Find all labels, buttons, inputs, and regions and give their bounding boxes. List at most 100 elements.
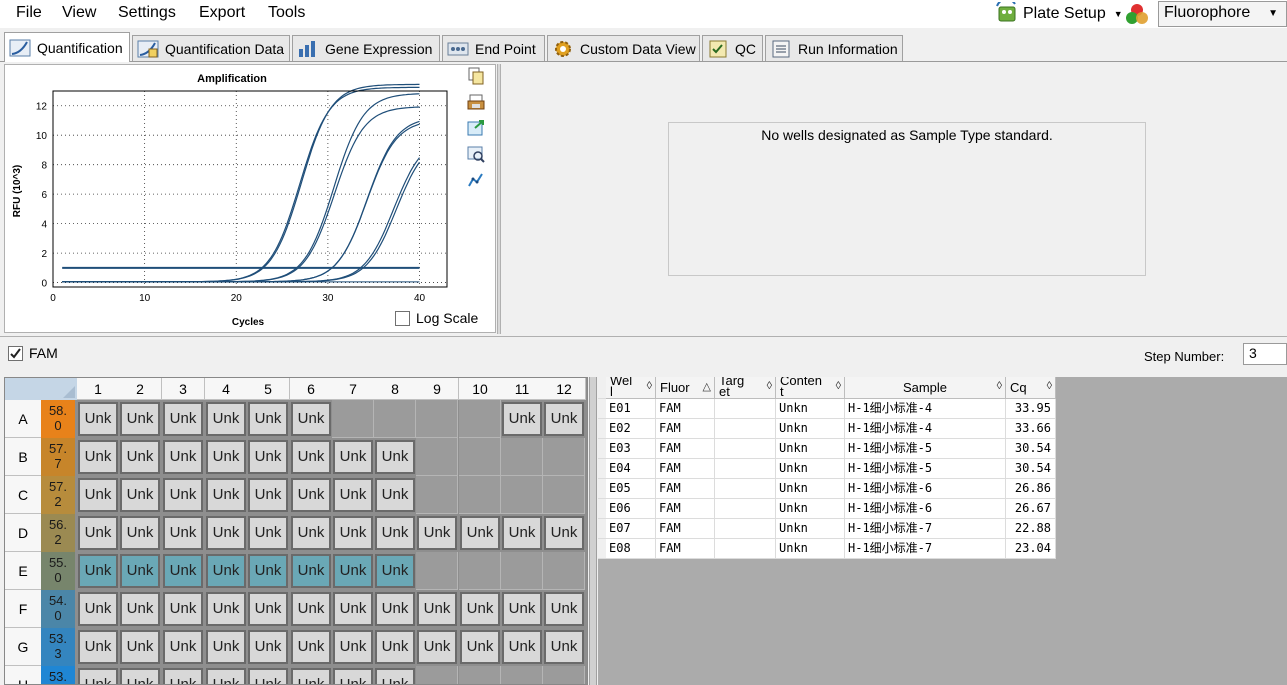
- plate-well-empty[interactable]: [459, 400, 501, 438]
- table-cell[interactable]: [715, 539, 776, 559]
- plate-well[interactable]: Unk: [163, 554, 203, 588]
- plate-corner[interactable]: [5, 378, 77, 400]
- plate-well[interactable]: Unk: [333, 554, 373, 588]
- table-cell[interactable]: E03: [606, 439, 656, 459]
- amplification-trace[interactable]: [62, 161, 420, 283]
- amplification-trace[interactable]: [62, 93, 420, 283]
- plate-well-empty[interactable]: [501, 552, 543, 590]
- table-cell[interactable]: FAM: [656, 439, 715, 459]
- plate-well-empty[interactable]: [501, 476, 543, 514]
- trace-style-icon[interactable]: [467, 171, 485, 189]
- step-number-input[interactable]: 3: [1243, 343, 1287, 365]
- table-cell[interactable]: [715, 419, 776, 439]
- table-cell[interactable]: 26.86: [1006, 479, 1056, 499]
- amplification-trace[interactable]: [62, 86, 420, 283]
- plate-well[interactable]: Unk: [206, 554, 246, 588]
- menu-tools[interactable]: Tools: [268, 4, 305, 22]
- table-cell[interactable]: Unkn: [776, 419, 845, 439]
- table-cell[interactable]: [715, 399, 776, 419]
- plate-well[interactable]: Unk: [163, 440, 203, 474]
- table-row-selector[interactable]: [598, 519, 606, 539]
- table-cell[interactable]: [715, 479, 776, 499]
- plate-column-header[interactable]: 5: [247, 378, 290, 400]
- plate-well[interactable]: Unk: [78, 440, 118, 474]
- table-cell[interactable]: [715, 499, 776, 519]
- menu-settings[interactable]: Settings: [118, 4, 176, 22]
- plate-well[interactable]: Unk: [460, 516, 500, 550]
- plate-well[interactable]: Unk: [291, 402, 331, 436]
- table-cell[interactable]: 33.66: [1006, 419, 1056, 439]
- table-cell[interactable]: [715, 439, 776, 459]
- plate-well[interactable]: Unk: [291, 668, 331, 684]
- plate-well-empty[interactable]: [459, 476, 501, 514]
- plate-well[interactable]: Unk: [206, 402, 246, 436]
- table-cell[interactable]: FAM: [656, 419, 715, 439]
- plate-well[interactable]: Unk: [544, 592, 584, 626]
- plate-row-header[interactable]: E: [5, 552, 41, 590]
- plate-column-header[interactable]: 3: [162, 378, 205, 400]
- table-cell[interactable]: [715, 519, 776, 539]
- tab-gene-expression[interactable]: Gene Expression: [292, 35, 440, 61]
- plate-well[interactable]: Unk: [375, 554, 415, 588]
- plate-well[interactable]: Unk: [120, 516, 160, 550]
- plate-well[interactable]: Unk: [460, 630, 500, 664]
- table-cell[interactable]: E07: [606, 519, 656, 539]
- menu-file[interactable]: File: [16, 4, 42, 22]
- plate-row-header[interactable]: B: [5, 438, 41, 476]
- plate-well[interactable]: Unk: [248, 554, 288, 588]
- tab-run-information[interactable]: Run Information: [765, 35, 903, 61]
- fluorophore-select[interactable]: Fluorophore ▼: [1158, 1, 1287, 27]
- plate-column-header[interactable]: 8: [374, 378, 417, 400]
- plate-well[interactable]: Unk: [206, 516, 246, 550]
- table-cell[interactable]: H-1细小标准-6: [845, 479, 1006, 499]
- table-cell[interactable]: H-1细小标准-7: [845, 519, 1006, 539]
- table-cell[interactable]: 30.54: [1006, 439, 1056, 459]
- plate-well[interactable]: Unk: [120, 440, 160, 474]
- plate-well[interactable]: Unk: [78, 478, 118, 512]
- plate-well[interactable]: Unk: [163, 478, 203, 512]
- table-cell[interactable]: Unkn: [776, 479, 845, 499]
- table-cell[interactable]: H-1细小标准-6: [845, 499, 1006, 519]
- table-column-header[interactable]: Sample ◊: [845, 377, 1006, 399]
- plate-well[interactable]: Unk: [291, 592, 331, 626]
- plate-well[interactable]: Unk: [291, 630, 331, 664]
- plate-well[interactable]: Unk: [375, 440, 415, 474]
- plate-well[interactable]: Unk: [120, 554, 160, 588]
- plate-row-header[interactable]: F: [5, 590, 41, 628]
- plate-well-empty[interactable]: [459, 438, 501, 476]
- amplification-trace[interactable]: [62, 120, 420, 283]
- table-cell[interactable]: E02: [606, 419, 656, 439]
- table-column-header[interactable]: Wel l ◊: [606, 377, 656, 399]
- plate-well[interactable]: Unk: [502, 516, 542, 550]
- table-cell[interactable]: E04: [606, 459, 656, 479]
- plate-column-header[interactable]: 10: [459, 378, 502, 400]
- panel-splitter[interactable]: [497, 64, 501, 334]
- plate-well[interactable]: Unk: [375, 630, 415, 664]
- plate-column-header[interactable]: 2: [119, 378, 162, 400]
- plate-row-header[interactable]: C: [5, 476, 41, 514]
- table-cell[interactable]: 30.54: [1006, 459, 1056, 479]
- table-cell[interactable]: Unkn: [776, 439, 845, 459]
- plate-well[interactable]: Unk: [333, 516, 373, 550]
- plate-well[interactable]: Unk: [248, 592, 288, 626]
- plate-well[interactable]: Unk: [206, 630, 246, 664]
- table-column-header[interactable]: Fluor △: [656, 377, 715, 399]
- plate-well[interactable]: Unk: [78, 592, 118, 626]
- export-image-icon[interactable]: [467, 119, 485, 137]
- table-cell[interactable]: 33.95: [1006, 399, 1056, 419]
- plate-well[interactable]: Unk: [544, 402, 584, 436]
- plate-well[interactable]: Unk: [502, 402, 542, 436]
- table-cell[interactable]: Unkn: [776, 519, 845, 539]
- plate-row-header[interactable]: G: [5, 628, 41, 666]
- plate-well[interactable]: Unk: [375, 592, 415, 626]
- table-column-header[interactable]: Cq ◊: [1006, 377, 1056, 399]
- plate-well[interactable]: Unk: [163, 402, 203, 436]
- plate-well[interactable]: Unk: [206, 478, 246, 512]
- plate-column-header[interactable]: 11: [501, 378, 544, 400]
- plate-well[interactable]: Unk: [78, 402, 118, 436]
- plate-well-empty[interactable]: [459, 552, 501, 590]
- plate-well[interactable]: Unk: [120, 402, 160, 436]
- table-cell[interactable]: E01: [606, 399, 656, 419]
- plate-well[interactable]: Unk: [291, 516, 331, 550]
- plate-well-empty[interactable]: [543, 666, 585, 684]
